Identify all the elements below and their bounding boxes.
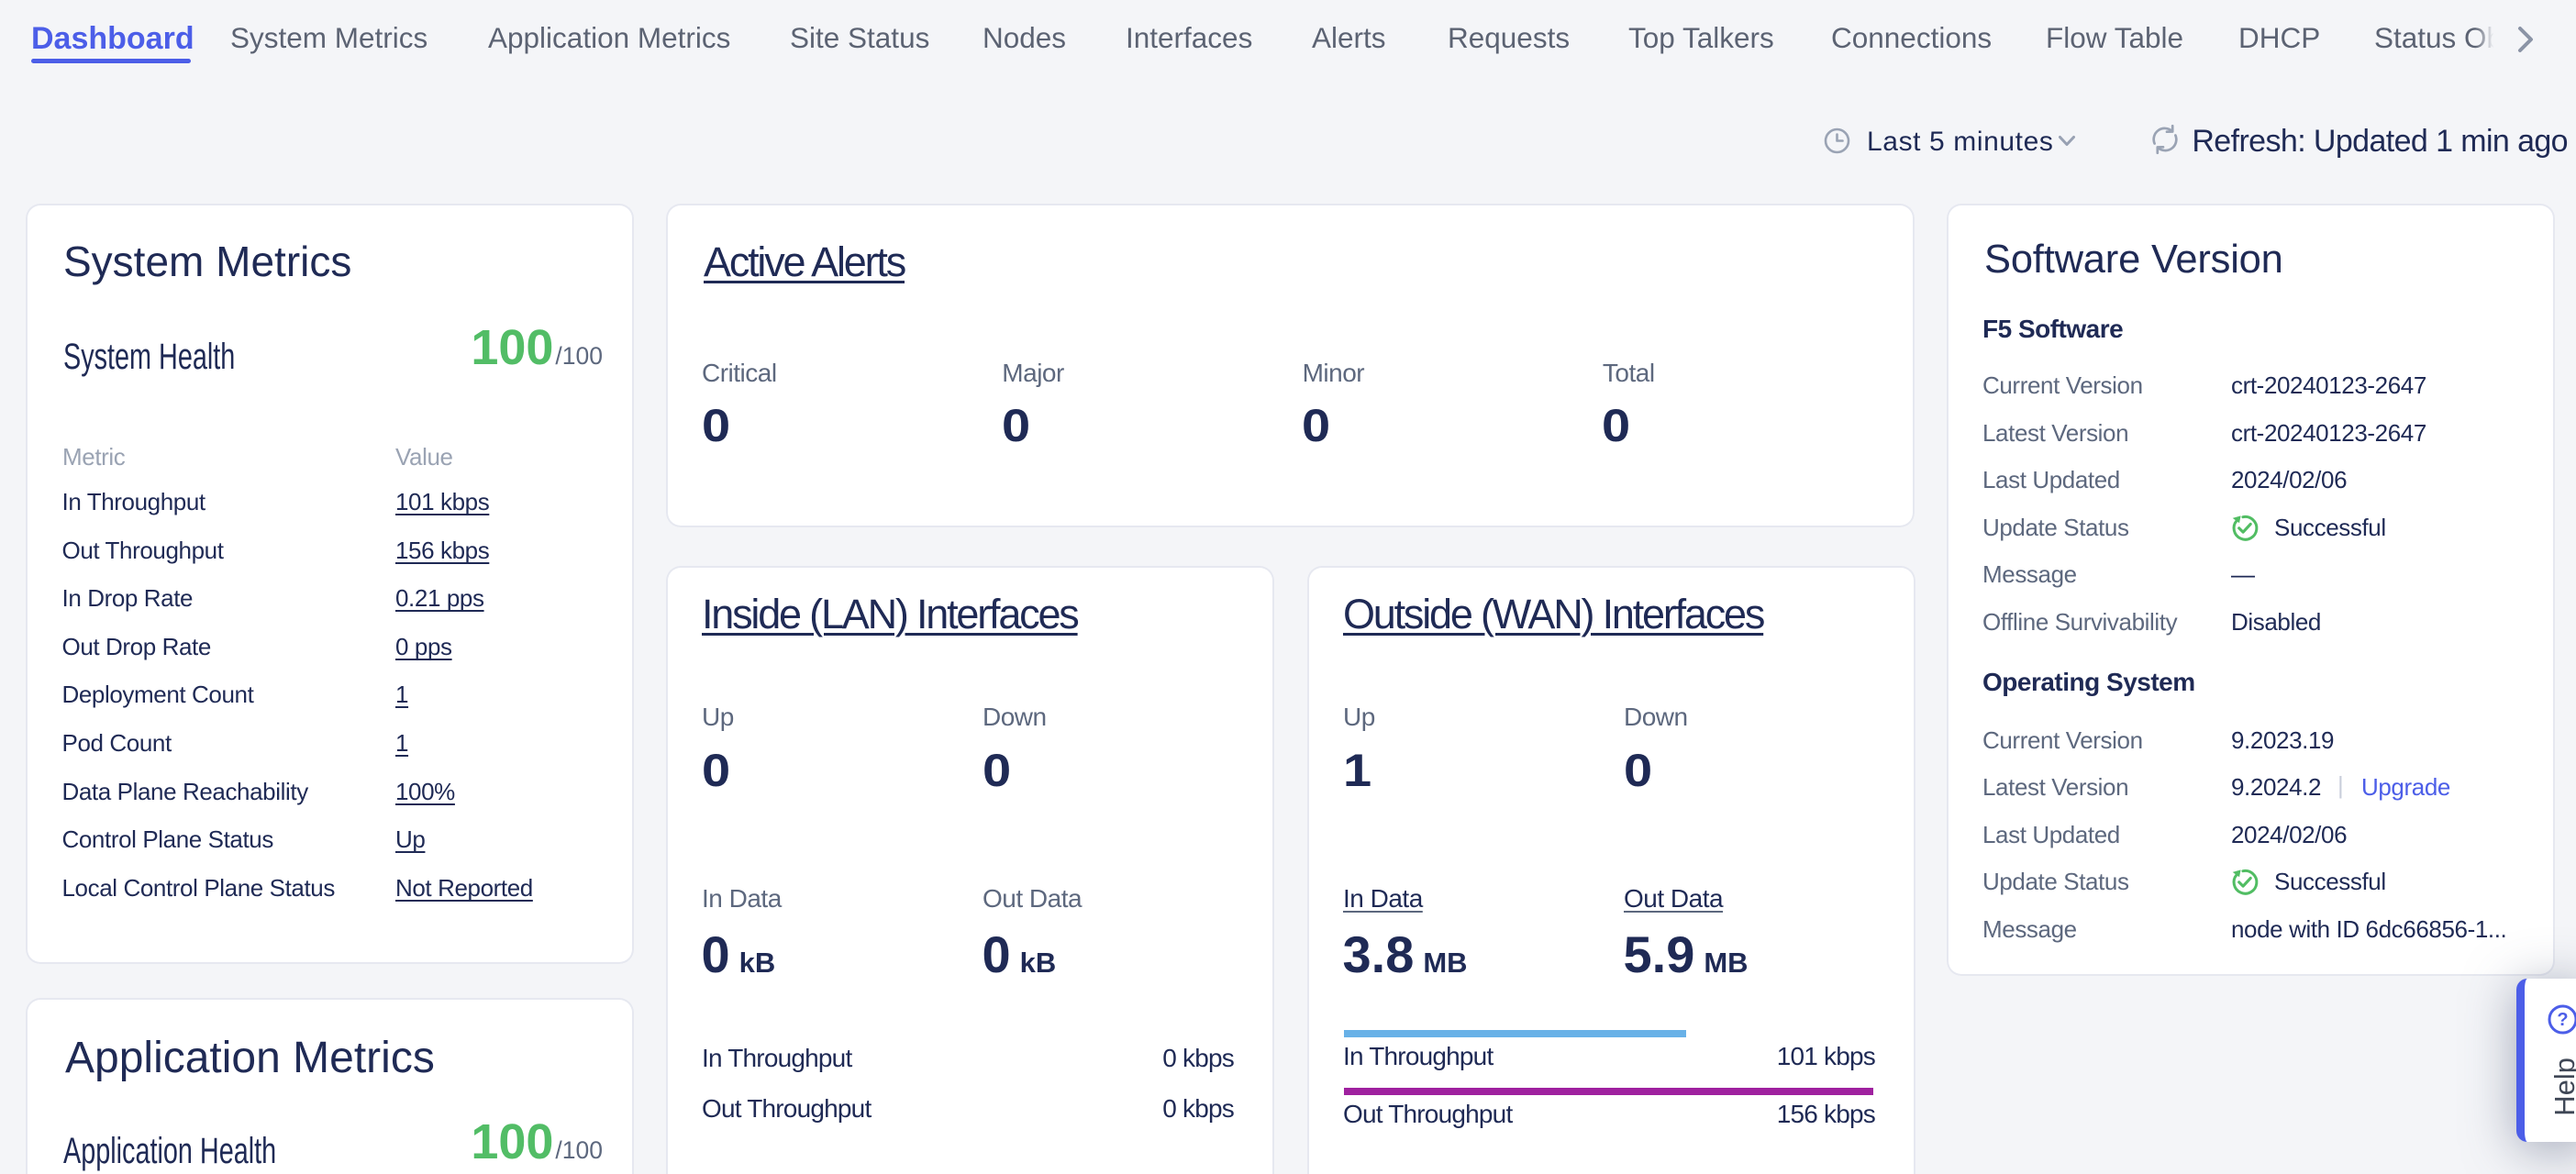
svg-text:?: ?	[2557, 1010, 2568, 1030]
